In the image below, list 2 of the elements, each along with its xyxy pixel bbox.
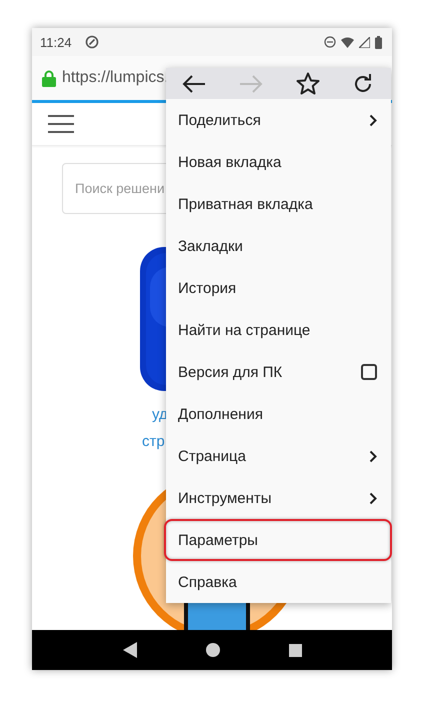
url-text: https://lumpics.	[62, 69, 169, 87]
status-time: 11:24	[40, 34, 72, 50]
